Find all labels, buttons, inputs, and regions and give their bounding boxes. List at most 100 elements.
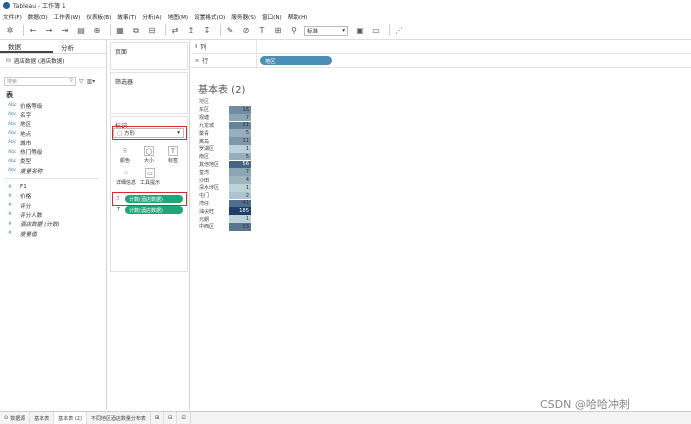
region-column-header[interactable]: 地区 <box>199 98 209 105</box>
table-row[interactable]: 油尖旺 185 <box>199 207 251 216</box>
table-row[interactable]: 东区 16 <box>199 106 251 114</box>
filter-icon[interactable]: ▽ <box>79 78 84 85</box>
new-dashboard-tab-icon[interactable]: ⊟ <box>164 411 178 424</box>
tooltip-button[interactable]: ▭ 工具提示 <box>138 168 162 188</box>
table-row[interactable]: 九龙城 21 <box>199 121 251 130</box>
menu-item[interactable]: 设置格式(O) <box>194 13 225 21</box>
count-cell[interactable]: 11 <box>229 137 251 145</box>
sort-desc-icon[interactable]: ↧ <box>201 25 213 37</box>
label-button[interactable]: T 标签 <box>162 146 184 166</box>
rows-shelf[interactable]: ≡ 行 地区 <box>191 54 691 68</box>
pin-icon[interactable]: ⚲ <box>288 25 300 37</box>
measure-field[interactable]: # 酒店数据 (计数) <box>0 220 106 229</box>
dimension-field[interactable]: Abc 名字 <box>0 110 106 119</box>
dimension-field[interactable]: Abc 地区 <box>0 120 106 129</box>
dimension-field[interactable]: Abc 城市 <box>0 138 106 147</box>
forward-icon[interactable]: → <box>43 25 55 37</box>
fit-select[interactable]: 标准 ▾ <box>304 25 348 36</box>
measure-field[interactable]: # F1 <box>0 182 106 191</box>
dimension-field[interactable]: Abc 类型 <box>0 157 106 166</box>
back-icon[interactable]: ← <box>27 25 39 37</box>
menu-item[interactable]: 帮助(H) <box>288 13 308 21</box>
group-icon[interactable]: ⊘ <box>240 25 252 37</box>
show-labels-icon[interactable]: T <box>256 25 268 37</box>
table-row[interactable]: 元朗 1 <box>199 215 251 223</box>
clear-sheet-icon[interactable]: ⊟ <box>146 25 158 37</box>
save-icon[interactable]: ▤ <box>75 25 87 37</box>
table-row[interactable]: 沙田 4 <box>199 176 251 184</box>
count-cell[interactable]: 1 <box>229 184 251 192</box>
dimension-field[interactable]: Abc 度量名称 <box>0 166 106 175</box>
table-row[interactable]: 中西区 33 <box>199 223 251 231</box>
menu-item[interactable]: 仪表板(B) <box>86 13 111 21</box>
count-cell[interactable]: 185 <box>229 207 251 216</box>
highlight-icon[interactable]: ✎ <box>224 25 236 37</box>
menu-item[interactable]: 故事(T) <box>117 13 136 21</box>
duplicate-sheet-icon[interactable]: ⧉ <box>130 25 142 37</box>
region-row-pill[interactable]: 地区 <box>260 56 332 65</box>
filters-card[interactable]: 筛选器 <box>110 72 188 114</box>
measure-field[interactable]: # 价格 <box>0 192 106 201</box>
count-cell[interactable]: 4 <box>229 176 251 184</box>
tab-sheet-basic[interactable]: 基本表 <box>30 411 55 424</box>
table-row[interactable]: 湾仔 41 <box>199 199 251 208</box>
count-cell[interactable]: 16 <box>229 106 251 114</box>
new-sheet-icon[interactable]: ▦ <box>114 25 126 37</box>
table-row[interactable]: 观塘 7 <box>199 113 251 122</box>
add-datasource-icon[interactable]: ⊕ <box>91 25 103 37</box>
count-cell[interactable]: 7 <box>229 168 251 177</box>
tab-analysis[interactable]: 分析 <box>53 40 106 53</box>
detail-button[interactable]: ⁘ 详细信息 <box>114 168 138 188</box>
table-row[interactable]: 深水埗区 1 <box>199 184 251 192</box>
count-cell[interactable]: 2 <box>229 191 251 200</box>
datasource-item[interactable]: ⛁ 酒店数据 (酒店数据) <box>0 54 106 68</box>
table-row[interactable]: 罗湖区 1 <box>199 145 251 153</box>
menu-item[interactable]: 窗口(N) <box>262 13 282 21</box>
count-cell[interactable]: 33 <box>229 223 251 231</box>
columns-shelf[interactable]: ⦀ 列 <box>191 40 691 54</box>
menu-item[interactable]: 数据(D) <box>28 13 48 21</box>
sort-asc-icon[interactable]: ↥ <box>185 25 197 37</box>
count-cell[interactable]: 41 <box>229 199 251 208</box>
count-cell[interactable]: 7 <box>229 113 251 122</box>
new-sheet-tab-icon[interactable]: ⊞ <box>151 411 165 424</box>
size-button[interactable]: ◯ 大小 <box>138 146 160 166</box>
share-icon[interactable]: ⋰ <box>393 25 405 37</box>
menu-item[interactable]: 文件(F) <box>3 13 22 21</box>
measure-field[interactable]: # 度量值 <box>0 229 106 238</box>
dimension-field[interactable]: Abc 热门等级 <box>0 147 106 157</box>
search-input[interactable]: 搜索 ⚲ <box>4 76 76 86</box>
tab-sheet-basic-2[interactable]: 基本表 (2) <box>54 411 87 424</box>
menu-item[interactable]: 服务器(S) <box>231 13 256 21</box>
count-cell[interactable]: 56 <box>229 160 251 169</box>
count-cell[interactable]: 1 <box>229 145 251 153</box>
color-button[interactable]: ⠿ 颜色 <box>114 146 136 166</box>
count-cell[interactable]: 5 <box>229 152 251 161</box>
table-row[interactable]: 屯门 2 <box>199 191 251 200</box>
measure-field[interactable]: # 评分 <box>0 201 106 210</box>
dimension-field[interactable]: Abc 价格等级 <box>0 101 106 110</box>
pages-card[interactable]: 页面 <box>110 42 188 70</box>
table-row[interactable]: 南区 5 <box>199 152 251 161</box>
dimension-field[interactable]: Abc 地点 <box>0 129 106 138</box>
tab-datasource[interactable]: ⊙ 数据源 <box>0 411 31 424</box>
tab-sheet-region-distribution[interactable]: 不同地区酒店数量分布表 <box>87 411 151 424</box>
menu-item[interactable]: 地图(M) <box>168 13 188 21</box>
table-row[interactable]: 葵青 5 <box>199 129 251 138</box>
menu-item[interactable]: 分析(A) <box>142 13 161 21</box>
swap-icon[interactable]: ⇄ <box>169 25 181 37</box>
redo-icon[interactable]: ⇥ <box>59 25 71 37</box>
count-pill-label[interactable]: 计数(酒店数据) <box>125 206 183 214</box>
table-row[interactable]: 其他地区 56 <box>199 160 251 169</box>
tooltip-icon[interactable]: ▭ <box>370 25 382 37</box>
menu-item[interactable]: 工作表(W) <box>54 13 81 21</box>
presentation-icon[interactable]: ▣ <box>354 25 366 37</box>
table-row[interactable]: 荃湾 7 <box>199 168 251 177</box>
table-row[interactable]: 离岛 11 <box>199 137 251 145</box>
count-cell[interactable]: 21 <box>229 121 251 130</box>
new-story-tab-icon[interactable]: ⊡ <box>177 411 191 424</box>
measure-field[interactable]: # 评分人数 <box>0 210 106 219</box>
tab-data[interactable]: 数据 <box>0 40 53 53</box>
count-cell[interactable]: 1 <box>229 215 251 223</box>
tableau-home-icon[interactable]: ✲ <box>4 25 16 37</box>
